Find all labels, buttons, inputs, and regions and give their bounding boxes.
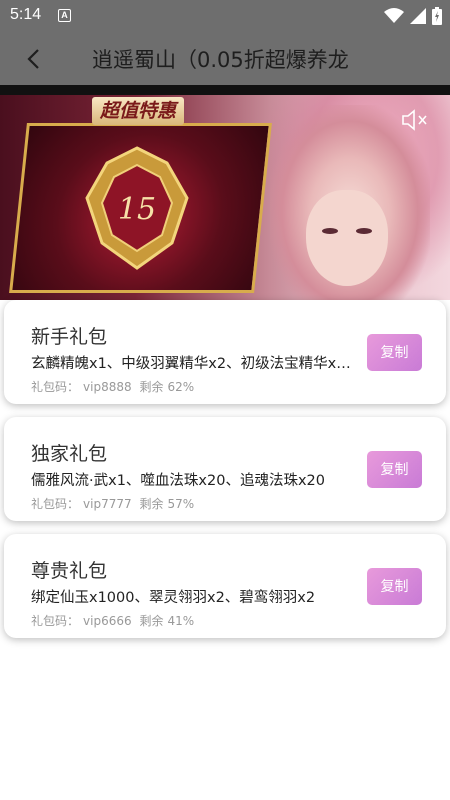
gift-items: 绑定仙玉x1000、翠灵翎羽x2、碧鸾翎羽x2: [31, 590, 316, 606]
signal-icon: [410, 8, 426, 24]
title-bar: 逍遥蜀山（0.05折超爆养龙: [0, 32, 450, 85]
gift-card: 独家礼包 儒雅风流·武x1、噬血法珠x20、追魂法珠x20 礼包码： vip777…: [4, 417, 446, 521]
copy-button[interactable]: 复制: [367, 334, 422, 371]
gift-items: 玄麟精魄x1、中级羽翼精华x2、初级法宝精华x…: [31, 356, 351, 372]
gift-remain: 57%: [167, 497, 195, 511]
gift-card: 新手礼包 玄麟精魄x1、中级羽翼精华x2、初级法宝精华x… 礼包码： vip888…: [4, 300, 446, 404]
copy-button[interactable]: 复制: [367, 451, 422, 488]
mute-icon: [402, 109, 427, 131]
vip-emblem-icon: 15: [85, 146, 189, 270]
gift-remain-label: 剩余: [139, 380, 164, 394]
gift-remain-label: 剩余: [139, 497, 164, 511]
mute-button[interactable]: [400, 107, 430, 133]
battery-icon: [432, 7, 442, 25]
page-title: 逍遥蜀山（0.05折超爆养龙: [92, 48, 349, 72]
character-eye: [322, 228, 338, 234]
gift-title: 独家礼包: [31, 443, 108, 465]
gift-remain-label: 剩余: [139, 614, 164, 628]
gift-remain: 41%: [167, 614, 195, 628]
gift-code-label: 礼包码：: [31, 497, 80, 511]
gift-code: vip7777: [83, 497, 132, 511]
gift-code: vip6666: [83, 614, 132, 628]
gift-title: 尊贵礼包: [31, 560, 108, 582]
gift-code-label: 礼包码：: [31, 614, 80, 628]
status-time: 5:14: [10, 6, 42, 23]
gift-meta: 礼包码： vip8888 剩余 62%: [31, 378, 198, 395]
gift-meta: 礼包码： vip6666 剩余 41%: [31, 612, 198, 629]
promo-banner[interactable]: 超值特惠 15: [0, 95, 450, 300]
notification-a-icon: A: [58, 9, 71, 22]
status-bar: 5:14 A: [0, 0, 450, 32]
character-face: [306, 190, 388, 286]
gift-items: 儒雅风流·武x1、噬血法珠x20、追魂法珠x20: [31, 473, 325, 489]
gift-title: 新手礼包: [31, 326, 108, 348]
gift-remain: 62%: [167, 380, 195, 394]
banner-tag: 超值特惠: [92, 97, 185, 125]
gift-code-label: 礼包码：: [31, 380, 80, 394]
status-icons: [384, 6, 442, 26]
back-arrow-icon: [27, 49, 39, 69]
gift-card: 尊贵礼包 绑定仙玉x1000、翠灵翎羽x2、碧鸾翎羽x2 礼包码： vip6666…: [4, 534, 446, 638]
character-eye: [356, 228, 372, 234]
gift-meta: 礼包码： vip7777 剩余 57%: [31, 495, 198, 512]
emblem-number: 15: [118, 192, 156, 227]
banner-top-strip: [0, 85, 450, 95]
wifi-icon: [384, 8, 404, 23]
back-button[interactable]: [18, 42, 52, 76]
copy-button[interactable]: 复制: [367, 568, 422, 605]
gift-code: vip8888: [83, 380, 132, 394]
